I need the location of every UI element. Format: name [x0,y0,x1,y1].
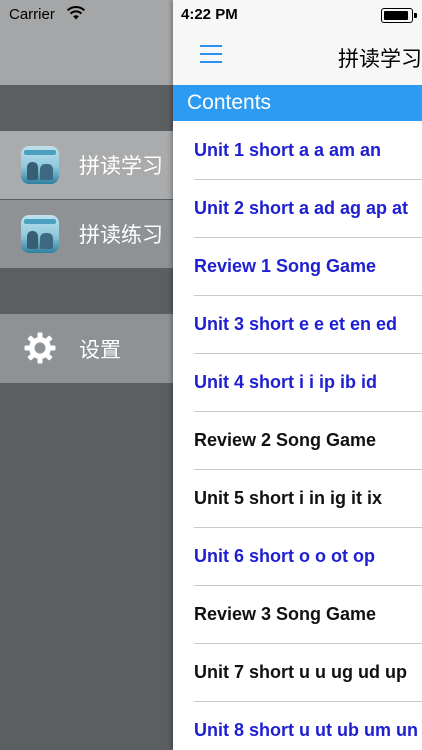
side-status-bar: Carrier [0,0,180,28]
nav-bar: 拼读学习 [173,28,422,85]
side-menu: Carrier 拼读学习 拼读练习 设置 [0,0,180,750]
list-item[interactable]: Unit 1 short a a am an [173,122,422,180]
list-item[interactable]: Unit 2 short a ad ag ap at [173,180,422,238]
list-item[interactable]: Unit 3 short e e et en ed [173,296,422,354]
list-item[interactable]: Review 2 Song Game [173,412,422,470]
sidebar-item-label: 拼读学习 [79,155,163,178]
status-time: 4:22 PM [181,6,238,23]
list-item[interactable]: Review 3 Song Game [173,586,422,644]
list-item-label: Review 3 Song Game [194,604,377,624]
list-item-label: Review 1 Song Game [194,256,377,276]
list-item-label: Unit 7 short u u ug ud up [194,662,407,682]
list-item-label: Review 2 Song Game [194,430,377,450]
list-item[interactable]: Unit 5 short i in ig it ix [173,470,422,528]
battery-icon [381,8,417,23]
list-item-label: Unit 1 short a a am an [194,140,382,160]
carrier-label: Carrier [9,6,55,23]
sidebar-item-label: 设置 [79,338,121,362]
list-item[interactable]: Unit 7 short u u ug ud up [173,644,422,702]
list-item-label: Unit 6 short o o ot op [194,546,375,566]
list-item[interactable]: Unit 6 short o o ot op [173,528,422,586]
page-title: 拼读学习 [338,48,422,71]
contents-header: Contents [173,85,422,121]
contents-list: Unit 1 short a a am an Unit 2 short a ad … [173,122,422,750]
gear-icon [23,331,57,370]
sidebar-item-phonics-learning[interactable]: 拼读学习 [0,131,180,199]
app-icon [21,215,59,253]
main-panel: 4:22 PM 拼读学习 Contents Unit 1 short a a a… [173,0,422,750]
list-item-label: Unit 2 short a ad ag ap at [194,198,409,218]
side-menu-header [0,28,180,85]
list-item[interactable]: Unit 8 short u ut ub um un [173,702,422,750]
list-item-label: Unit 8 short u ut ub um un [194,720,418,740]
status-bar: 4:22 PM [173,0,422,28]
list-item-label: Unit 4 short i i ip ib id [194,372,377,392]
list-item[interactable]: Unit 4 short i i ip ib id [173,354,422,412]
app-icon [21,146,59,184]
sidebar-item-phonics-practice[interactable]: 拼读练习 [0,200,180,268]
sidebar-item-settings[interactable]: 设置 [0,314,180,383]
contents-title: Contents [187,91,272,114]
list-item-label: Unit 5 short i in ig it ix [194,488,383,508]
hamburger-icon[interactable] [200,45,222,63]
wifi-icon [66,5,86,26]
sidebar-item-label: 拼读练习 [79,224,163,247]
list-item-label: Unit 3 short e e et en ed [194,314,398,334]
list-item[interactable]: Review 1 Song Game [173,238,422,296]
